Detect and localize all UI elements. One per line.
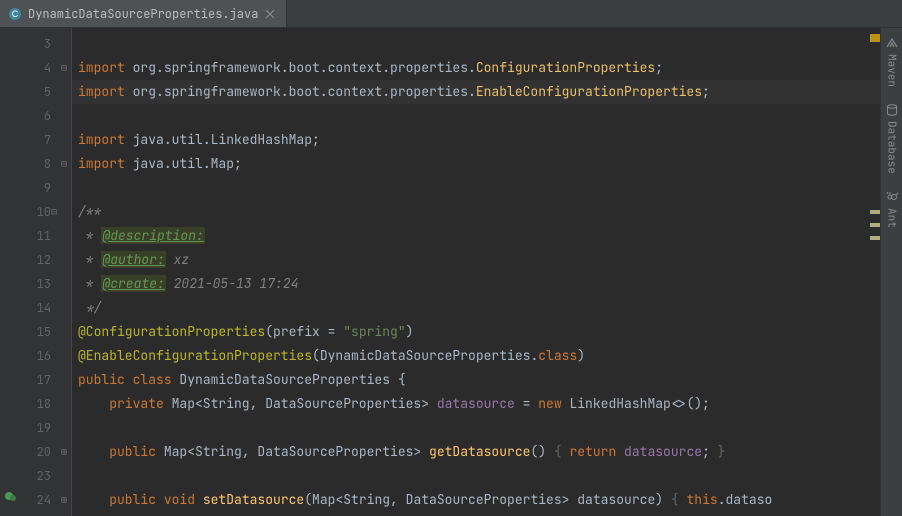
code-line: @ConfigurationProperties(prefix = "sprin… (72, 320, 880, 344)
ant-icon (885, 190, 899, 204)
gutter-line: 20⊞ (0, 440, 71, 464)
run-gutter-icon[interactable] (4, 488, 18, 512)
gutter-line: 10⊟ (0, 200, 71, 224)
tool-window-bar-right: Maven Database Ant (880, 28, 902, 516)
code-line (72, 104, 880, 128)
code-line: import java.util.LinkedHashMap; (72, 128, 880, 152)
highlight-marker[interactable] (870, 210, 880, 214)
highlight-marker[interactable] (870, 223, 880, 227)
fold-marker-icon[interactable]: ⊟ (51, 200, 57, 224)
gutter-line: 15 (0, 320, 71, 344)
code-line: * @create: 2021-05-13 17:24 (72, 272, 880, 296)
fold-marker-icon[interactable]: ⊞ (61, 488, 67, 512)
gutter-line: 23 (0, 464, 71, 488)
gutter-line: 11 (0, 224, 71, 248)
sidebar-item-label: Maven (885, 54, 899, 87)
editor-tab[interactable]: C DynamicDataSourceProperties.java (0, 0, 287, 27)
highlight-marker[interactable] (870, 236, 880, 240)
gutter-line: 6 (0, 104, 71, 128)
close-icon[interactable] (264, 8, 276, 20)
gutter-line: 24⊞ (0, 488, 71, 512)
code-line (72, 176, 880, 200)
code-line: import java.util.Map; (72, 152, 880, 176)
code-area[interactable]: import org.springframework.boot.context.… (72, 28, 880, 516)
code-line (72, 32, 880, 56)
tab-bar: C DynamicDataSourceProperties.java (0, 0, 902, 28)
code-line: public Map<String, DataSourceProperties>… (72, 440, 880, 464)
code-line: public void setDatasource(Map<String, Da… (72, 488, 880, 512)
gutter-line: 7 (0, 128, 71, 152)
warning-marker[interactable] (870, 34, 880, 42)
code-line: public class DynamicDataSourceProperties… (72, 368, 880, 392)
gutter-line: 12 (0, 248, 71, 272)
database-icon (885, 103, 899, 117)
code-line (72, 464, 880, 488)
gutter-line: 3 (0, 32, 71, 56)
editor[interactable]: 3 4⊟ 5 6 7 8⊟ 9 10⊟ 11 12 13 14 15 16 17… (0, 28, 880, 516)
gutter-line: 5 (0, 80, 71, 104)
gutter-line: 14 (0, 296, 71, 320)
maven-icon (885, 36, 899, 50)
code-line: * @description: (72, 224, 880, 248)
code-line: @EnableConfigurationProperties(DynamicDa… (72, 344, 880, 368)
sidebar-item-maven[interactable]: Maven (885, 28, 899, 95)
code-line: private Map<String, DataSourceProperties… (72, 392, 880, 416)
code-line: */ (72, 296, 880, 320)
code-line (72, 416, 880, 440)
main-area: 3 4⊟ 5 6 7 8⊟ 9 10⊟ 11 12 13 14 15 16 17… (0, 28, 902, 516)
gutter-line: 18 (0, 392, 71, 416)
sidebar-item-label: Ant (885, 208, 899, 228)
code-line: * @author: xz (72, 248, 880, 272)
line-number-gutter: 3 4⊟ 5 6 7 8⊟ 9 10⊟ 11 12 13 14 15 16 17… (0, 28, 72, 516)
gutter-line: 8⊟ (0, 152, 71, 176)
fold-marker-icon[interactable]: ⊟ (61, 56, 67, 80)
gutter-line: 19 (0, 416, 71, 440)
sidebar-item-label: Database (885, 121, 899, 174)
code-line-current: import org.springframework.boot.context.… (72, 80, 880, 104)
sidebar-item-ant[interactable]: Ant (885, 182, 899, 236)
gutter-line: 13 (0, 272, 71, 296)
fold-marker-icon[interactable]: ⊟ (61, 152, 67, 176)
java-class-icon: C (8, 7, 22, 21)
gutter-line: 4⊟ (0, 56, 71, 80)
gutter-line: 17 (0, 368, 71, 392)
svg-text:C: C (12, 9, 19, 19)
tab-filename: DynamicDataSourceProperties.java (28, 6, 258, 22)
code-line: import org.springframework.boot.context.… (72, 56, 880, 80)
gutter-line: 16 (0, 344, 71, 368)
error-stripe[interactable] (868, 28, 880, 516)
code-line: /** (72, 200, 880, 224)
fold-marker-icon[interactable]: ⊞ (61, 440, 67, 464)
gutter-line: 9 (0, 176, 71, 200)
sidebar-item-database[interactable]: Database (885, 95, 899, 182)
